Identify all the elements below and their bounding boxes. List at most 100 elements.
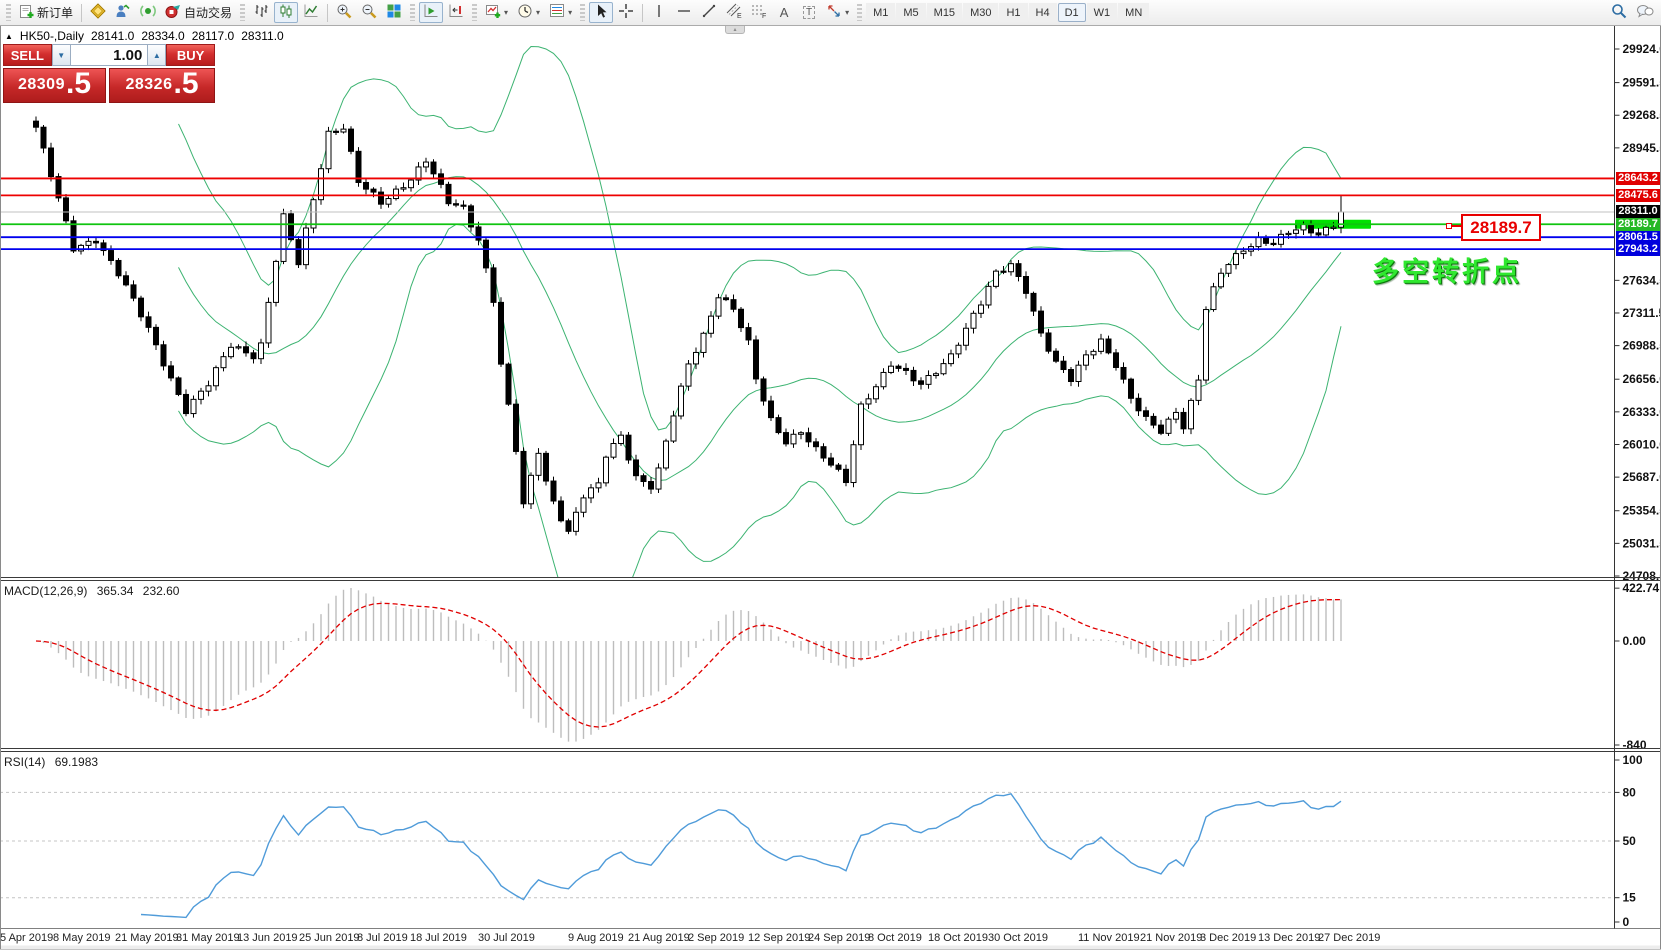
- market-button[interactable]: [136, 2, 160, 23]
- buy-price-button[interactable]: 28326 .5: [109, 68, 215, 103]
- rsi-pane: [0, 791, 1614, 919]
- trendline-tool-button[interactable]: [697, 2, 721, 23]
- volume-input[interactable]: 1.00: [70, 44, 148, 66]
- new-order-button[interactable]: 新订单: [15, 2, 77, 23]
- svg-text:28945.5: 28945.5: [1623, 141, 1661, 155]
- horizontal-line-tool-button[interactable]: [672, 2, 696, 23]
- tab-timeframe-m30[interactable]: M30: [963, 3, 999, 22]
- crosshair-button[interactable]: [614, 2, 638, 23]
- vertical-line-tool-button[interactable]: [647, 2, 671, 23]
- ohlc-close: 28311.0: [241, 29, 284, 43]
- macd-signal-line: [35, 598, 1342, 728]
- pivot-annotation-text[interactable]: 多空转折点: [1372, 250, 1522, 289]
- macd-label: MACD(12,26,9) 365.34 232.60: [4, 584, 185, 598]
- svg-text:29591.5: 29591.5: [1623, 76, 1661, 90]
- svg-text:3 Dec 2019: 3 Dec 2019: [1200, 932, 1256, 944]
- macd-signal-value: 232.60: [142, 584, 180, 598]
- toolbar-grip[interactable]: [240, 4, 246, 21]
- svg-text:27634.5: 27634.5: [1623, 273, 1661, 287]
- add-indicator-button[interactable]: ▾: [481, 2, 512, 23]
- candlestick-chart-button[interactable]: [274, 2, 299, 23]
- candlestick-series: [33, 116, 1344, 536]
- cursor-icon: [593, 3, 609, 22]
- metaeditor-button[interactable]: [86, 2, 110, 23]
- tab-timeframe-m15[interactable]: M15: [926, 3, 963, 22]
- chat-button[interactable]: [1632, 2, 1658, 23]
- price-badge-resistance-1: 28643.2: [1616, 171, 1660, 185]
- svg-text:9 Aug 2019: 9 Aug 2019: [568, 932, 624, 944]
- text-label-tool-button[interactable]: T: [797, 2, 821, 23]
- line-chart-icon: [303, 3, 319, 22]
- mt4-window: 新订单 自动交易 ▾ ▾ ▾ E F A T ▾ M1 M5 M15 M30 H…: [0, 0, 1661, 950]
- svg-text:31 May 2019: 31 May 2019: [176, 932, 240, 944]
- svg-text:30 Oct 2019: 30 Oct 2019: [988, 932, 1048, 944]
- chart-canvas[interactable]: 29924.0 29591.5 29268.5 28945.5 27634.5 27311…: [0, 0, 1661, 950]
- fibonacci-tool-button[interactable]: F: [747, 2, 771, 23]
- toolbar-grip[interactable]: [410, 4, 416, 21]
- sell-button[interactable]: SELL: [3, 44, 52, 66]
- metaeditor-icon: [90, 3, 106, 22]
- tab-timeframe-h1[interactable]: H1: [999, 3, 1028, 22]
- add-indicator-icon: [485, 3, 501, 22]
- sell-price-button[interactable]: 28309 .5: [3, 68, 106, 103]
- sell-price-frac: .5: [65, 67, 92, 100]
- price-callout-label[interactable]: 28189.7: [1446, 214, 1541, 241]
- line-chart-button[interactable]: [299, 2, 323, 23]
- chart-shift-icon: [448, 3, 464, 22]
- svg-text:25354.5: 25354.5: [1623, 504, 1661, 518]
- cursor-button[interactable]: [589, 2, 614, 23]
- spinner-down-icon: ▼: [57, 50, 66, 60]
- symbol-period-label: HK50-,Daily: [19, 29, 84, 43]
- buy-price-int: 28326: [125, 76, 173, 93]
- templates-button[interactable]: ▾: [545, 2, 576, 23]
- svg-text:25687.0: 25687.0: [1623, 470, 1661, 484]
- zoom-out-button[interactable]: [357, 2, 381, 23]
- toolbar-separator: [81, 3, 83, 22]
- bar-chart-button[interactable]: [249, 2, 273, 23]
- rsi-label: RSI(14) 69.1983: [4, 755, 104, 769]
- tab-timeframe-mn[interactable]: MN: [1118, 3, 1150, 22]
- tab-timeframe-m5[interactable]: M5: [896, 3, 926, 22]
- chart-shift-button[interactable]: [444, 2, 468, 23]
- svg-text:8 Jul 2019: 8 Jul 2019: [357, 932, 408, 944]
- auto-scroll-button[interactable]: [419, 2, 444, 23]
- toolbar-grip[interactable]: [472, 4, 478, 21]
- tab-timeframe-d1[interactable]: D1: [1057, 3, 1086, 22]
- auto-scroll-icon: [423, 3, 439, 22]
- svg-text:18 Jul 2019: 18 Jul 2019: [410, 932, 467, 944]
- volume-increase-button[interactable]: ▲: [147, 44, 167, 66]
- svg-text:50: 50: [1623, 834, 1637, 848]
- toolbar: 新订单 自动交易 ▾ ▾ ▾ E F A T ▾ M1 M5 M15 M30 H…: [0, 0, 1661, 26]
- periods-button[interactable]: ▾: [513, 2, 544, 23]
- date-axis: 5 Apr 2019 8 May 2019 21 May 201931 May 20…: [0, 932, 1380, 944]
- toolbar-grip[interactable]: [6, 4, 11, 21]
- main-price-pane: [33, 45, 1371, 577]
- text-tool-icon: A: [779, 5, 789, 20]
- toolbar-grip[interactable]: [580, 4, 586, 21]
- equidistant-channel-tool-button[interactable]: E: [722, 2, 746, 23]
- auto-trading-icon: [165, 3, 181, 22]
- svg-text:25031.5: 25031.5: [1623, 536, 1661, 550]
- terminal-button[interactable]: [111, 2, 135, 23]
- arrows-tool-button[interactable]: ▾: [822, 2, 853, 23]
- search-button[interactable]: [1607, 2, 1631, 23]
- bollinger-middle: [178, 176, 1342, 482]
- zoom-in-button[interactable]: [332, 2, 356, 23]
- svg-text:26988.5: 26988.5: [1623, 339, 1661, 353]
- volume-decrease-button[interactable]: ▼: [51, 44, 71, 66]
- svg-text:8 May 2019: 8 May 2019: [53, 932, 110, 944]
- quickpanel-collapse-handle[interactable]: ▴: [725, 26, 745, 34]
- buy-button[interactable]: BUY: [166, 44, 216, 66]
- tab-timeframe-w1[interactable]: W1: [1086, 3, 1118, 22]
- svg-text:100: 100: [1623, 753, 1643, 767]
- tab-timeframe-h4[interactable]: H4: [1028, 3, 1057, 22]
- rsi-name: RSI(14): [4, 755, 46, 769]
- text-tool-button[interactable]: A: [772, 2, 796, 23]
- tab-timeframe-m1[interactable]: M1: [866, 3, 896, 22]
- auto-trading-button[interactable]: 自动交易: [161, 2, 236, 23]
- symbol-marker-icon: ▲: [5, 31, 13, 41]
- toolbar-grip[interactable]: [857, 4, 863, 21]
- ohlc-open: 28141.0: [90, 29, 135, 43]
- ohlc-high: 28334.0: [141, 29, 185, 43]
- tile-windows-button[interactable]: [382, 2, 406, 23]
